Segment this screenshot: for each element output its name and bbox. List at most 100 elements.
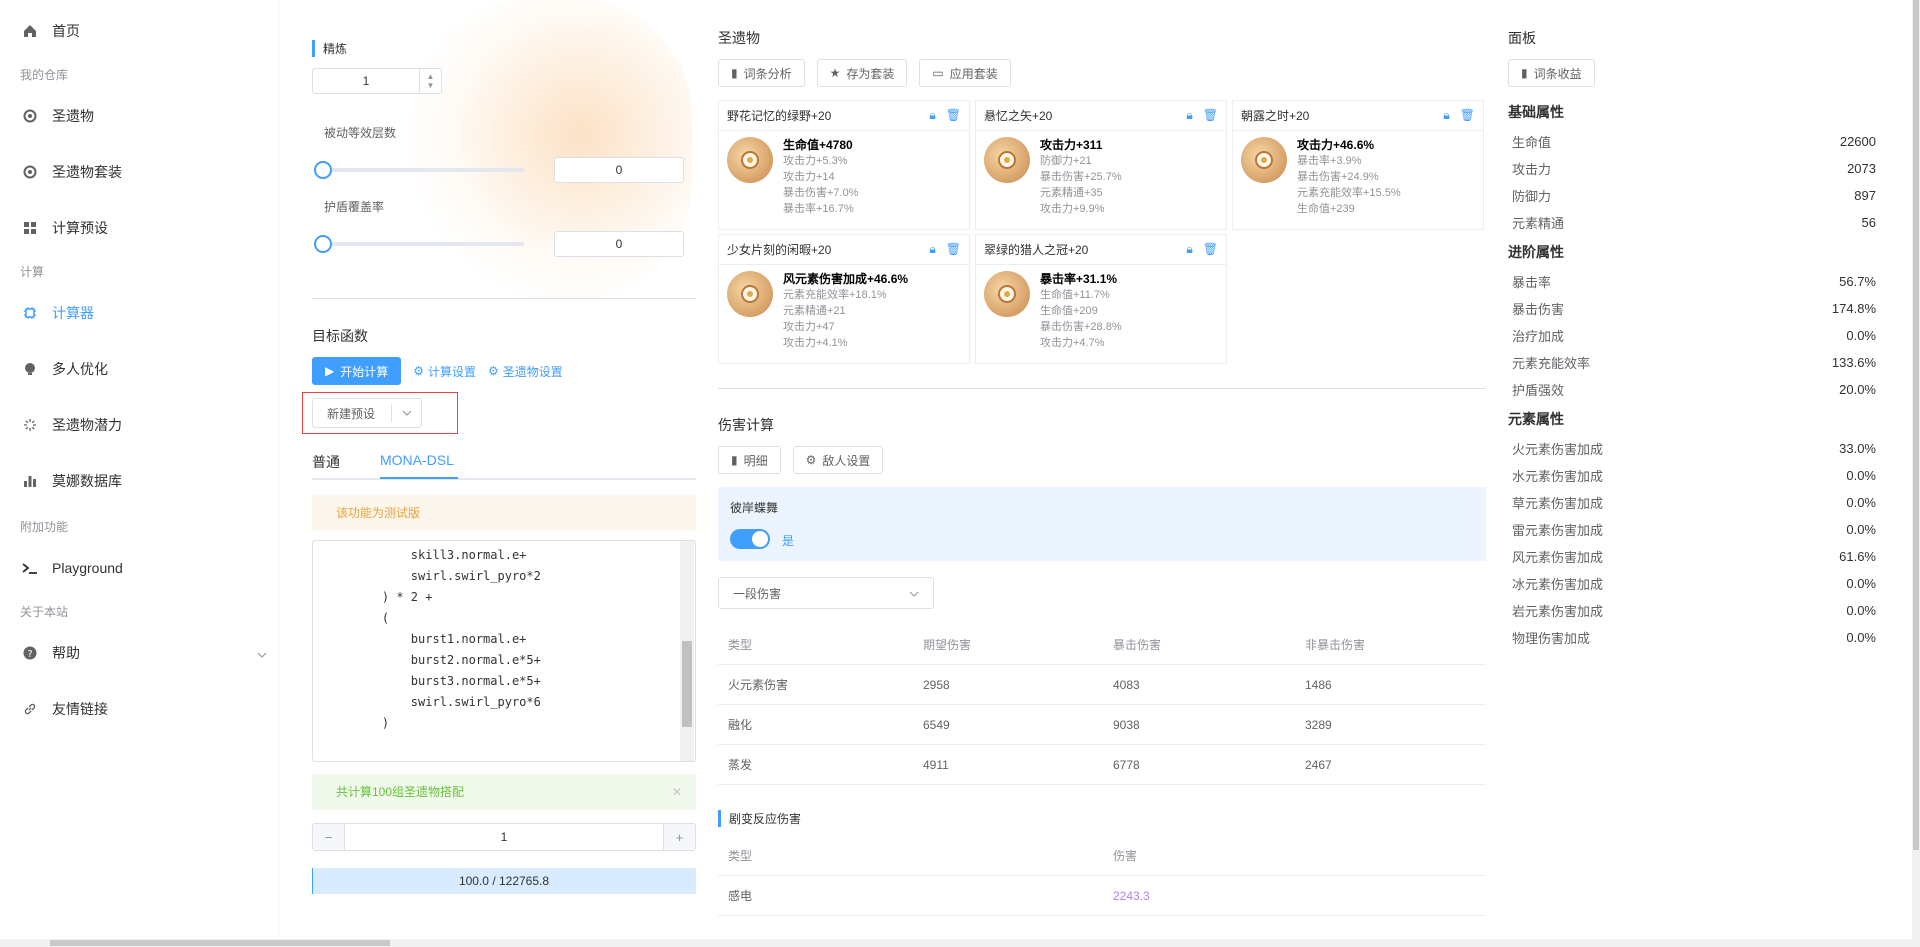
sidebar-item-calculator[interactable]: 计算器 (22, 298, 94, 328)
enemy-settings-button[interactable]: ⚙ 敌人设置 (792, 446, 884, 474)
stat-value: 133.6% (1831, 355, 1876, 370)
transform-table: 类型 伤害 感电 2243.3 (718, 836, 1486, 916)
dsl-code-editor[interactable]: skill3.normal.e+ swirl.swirl_pyro*2 ) * … (312, 540, 696, 762)
calc-settings-link[interactable]: ⚙ 计算设置 (413, 363, 476, 380)
sidebar-item-potential[interactable]: 圣遗物潜力 (22, 410, 122, 440)
shield-slider[interactable] (314, 235, 524, 253)
sidebar-item-help[interactable]: ? 帮助 (22, 638, 267, 668)
close-icon[interactable]: ✕ (672, 774, 682, 810)
passive-input[interactable]: 0 (554, 157, 684, 183)
sidebar-item-multi-opt[interactable]: 多人优化 (22, 354, 108, 384)
stat-value: 33.0% (1839, 441, 1876, 456)
lock-icon[interactable]: 🔒︎ (1443, 108, 1449, 123)
stat-row: 风元素伤害加成 61.6% (1508, 543, 1880, 570)
artifact-sub-stat: 暴击伤害+25.7% (1040, 171, 1122, 183)
artifact-settings-link[interactable]: ⚙ 圣遗物设置 (488, 363, 563, 380)
page-value[interactable]: 1 (345, 830, 663, 844)
feather-icon (984, 137, 1030, 183)
sidebar-item-artifact-sets[interactable]: 圣遗物套装 (22, 157, 122, 187)
artifact-sub-stat: 暴击伤害+28.8% (1040, 321, 1122, 333)
nav-group-about: 关于本站 (20, 605, 69, 619)
table-cell: 9038 (1113, 717, 1140, 732)
table-cell: 6549 (923, 717, 950, 732)
gear-icon: ⚙ (805, 453, 817, 467)
stat-value: 0.0% (1846, 576, 1876, 591)
sidebar-item-home[interactable]: 首页 (22, 16, 80, 46)
artifact-card[interactable]: 悬忆之矢+20 🔒︎ 🗑︎ 攻击力+311 防御力+21 暴击伤害+25.7% 元素精通+… (975, 100, 1227, 230)
stat-row: 元素精通 56 (1508, 209, 1880, 236)
code-line: swirl.swirl_pyro*2 (353, 569, 541, 583)
lock-icon[interactable]: 🔒︎ (929, 242, 935, 257)
play-icon: ▶ (325, 364, 335, 378)
panel-section-title: 进阶属性 (1508, 244, 1564, 260)
help-icon: ? (22, 645, 38, 661)
sidebar-item-presets[interactable]: 计算预设 (22, 213, 108, 243)
refine-stepper[interactable]: 1 ▲ ▼ (312, 68, 442, 94)
vertical-scrollbar[interactable] (1912, 0, 1920, 939)
artifact-card-header: 悬忆之矢+20 🔒︎ 🗑︎ (976, 101, 1226, 131)
save-set-button[interactable]: ★ 存为套装 (816, 59, 908, 87)
lock-icon[interactable]: 🔒︎ (1186, 242, 1192, 257)
lock-icon[interactable]: 🔒︎ (1186, 108, 1192, 123)
slider-thumb[interactable] (314, 235, 332, 253)
delete-icon[interactable]: 🗑︎ (946, 108, 961, 123)
sidebar-item-label: 友情链接 (52, 701, 108, 717)
stat-value: 0.0% (1846, 328, 1876, 343)
toggle-label: 是 (782, 534, 795, 548)
table-cell: 期望伤害 (923, 638, 972, 652)
target-function-title: 目标函数 (312, 328, 368, 344)
preset-select[interactable]: 新建预设 (312, 398, 422, 428)
artifact-sub-stat: 防御力+21 (1040, 155, 1092, 167)
scrollbar-thumb[interactable] (1913, 0, 1919, 850)
stat-gain-button[interactable]: ▮ 词条收益 (1508, 59, 1595, 87)
detail-button[interactable]: ▮ 明细 (718, 446, 781, 474)
stat-row: 暴击伤害 174.8% (1508, 295, 1880, 322)
table-cell: 类型 (728, 849, 753, 863)
scrollbar-thumb[interactable] (50, 940, 390, 946)
passive-slider[interactable] (314, 161, 524, 179)
table-cell: 6778 (1113, 757, 1140, 772)
page-stepper[interactable]: − 1 + (312, 823, 696, 851)
artifact-card[interactable]: 朝露之时+20 🔒︎ 🗑︎ 攻击力+46.6% 暴击率+3.9% 暴击伤害+24.9% 元… (1232, 100, 1484, 230)
stat-name: 物理伤害加成 (1512, 631, 1591, 646)
start-calc-button[interactable]: ▶ 开始计算 (312, 357, 402, 385)
artifact-sub-stat: 暴击伤害+24.9% (1297, 171, 1379, 183)
artifact-card[interactable]: 翠绿的猎人之冠+20 🔒︎ 🗑︎ 暴击率+31.1% 生命值+11.7% 生命值+209… (975, 234, 1227, 364)
svg-text:?: ? (27, 649, 32, 660)
table-row: 融化 6549 9038 3289 (718, 705, 1486, 745)
plus-icon[interactable]: + (663, 824, 695, 850)
horizontal-scrollbar[interactable] (0, 939, 1920, 947)
terminal-icon (22, 560, 38, 576)
slider-thumb[interactable] (314, 161, 332, 179)
minus-icon[interactable]: − (313, 824, 345, 850)
code-scrollbar[interactable] (680, 541, 694, 761)
stat-analysis-button[interactable]: ▮ 词条分析 (718, 59, 805, 87)
tab-mona-dsl[interactable]: MONA-DSL (380, 452, 454, 468)
sidebar-item-artifacts[interactable]: 圣遗物 (22, 101, 94, 131)
sidebar-item-playground[interactable]: Playground (22, 553, 123, 583)
stat-name: 冰元素伤害加成 (1512, 577, 1604, 592)
apply-set-button[interactable]: ▭ 应用套装 (919, 59, 1011, 87)
stat-name: 暴击伤害 (1512, 302, 1565, 317)
scrollbar-thumb[interactable] (682, 641, 692, 727)
stepper-arrows-icon[interactable]: ▲ ▼ (419, 69, 441, 93)
delete-icon[interactable]: 🗑︎ (1460, 108, 1475, 123)
gear-icon: ⚙ (488, 364, 499, 378)
sidebar-item-label: 计算预设 (52, 220, 108, 236)
sidebar-item-database[interactable]: 莫娜数据库 (22, 466, 122, 496)
refine-label: 精炼 (312, 40, 347, 57)
artifact-card[interactable]: 野花记忆的绿野+20 🔒︎ 🗑︎ 生命值+4780 攻击力+5.3% 攻击力+14 暴击伤… (718, 100, 970, 230)
delete-icon[interactable]: 🗑︎ (1203, 108, 1218, 123)
stat-row: 元素充能效率 133.6% (1508, 349, 1880, 376)
toggle-knob (752, 531, 768, 547)
artifact-card[interactable]: 少女片刻的闲暇+20 🔒︎ 🗑︎ 风元素伤害加成+46.6% 元素充能效率+18.1%… (718, 234, 970, 364)
lock-icon[interactable]: 🔒︎ (929, 108, 935, 123)
sidebar-item-links[interactable]: 友情链接 (22, 694, 108, 724)
damage-type-select[interactable]: 一段伤害 (718, 577, 934, 609)
bulb-icon (22, 361, 38, 377)
shield-input[interactable]: 0 (554, 231, 684, 257)
delete-icon[interactable]: 🗑︎ (1203, 242, 1218, 257)
tab-normal[interactable]: 普通 (312, 452, 340, 472)
toggle-switch[interactable] (730, 529, 770, 549)
delete-icon[interactable]: 🗑︎ (946, 242, 961, 257)
